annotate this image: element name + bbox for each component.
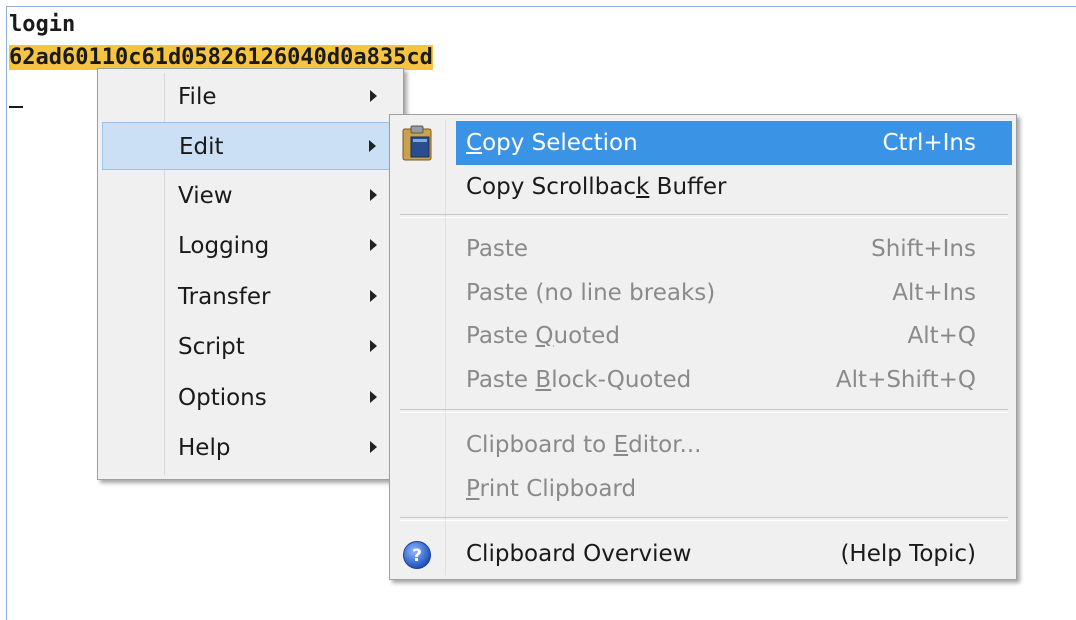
- menu-item-file[interactable]: File: [102, 73, 399, 121]
- shortcut-label: Alt+Ins: [892, 280, 976, 306]
- menu-item-label: Paste Quoted: [466, 323, 620, 349]
- terminal-cursor: [9, 106, 23, 108]
- menu-item-script[interactable]: Script: [102, 323, 399, 371]
- terminal-window: login 62ad60110c61d05826126040d0a835cd F…: [0, 0, 1076, 620]
- submenu-arrow-icon: [370, 290, 377, 302]
- menu-separator: [400, 214, 1008, 218]
- context-menu: File Edit View Logging Transfer Script O…: [97, 68, 404, 480]
- menu-item-clipboard-overview[interactable]: Clipboard Overview (Help Topic): [456, 532, 1012, 576]
- menu-item-label: Edit: [179, 134, 224, 160]
- menu-item-print-clipboard[interactable]: Print Clipboard: [456, 467, 1012, 511]
- menu-item-logging[interactable]: Logging: [102, 222, 399, 270]
- menu-item-label: Paste (no line breaks): [466, 280, 716, 306]
- submenu-arrow-icon: [370, 441, 377, 453]
- submenu-arrow-icon: [370, 340, 377, 352]
- selected-text[interactable]: 62ad60110c61d05826126040d0a835cd: [9, 45, 433, 70]
- shortcut-label: Alt+Q: [907, 323, 976, 349]
- terminal-border: [6, 6, 1076, 7]
- shortcut-label: (Help Topic): [840, 541, 976, 567]
- menu-item-clipboard-to-editor[interactable]: Clipboard to Editor...: [456, 423, 1012, 467]
- menu-separator: [400, 517, 1008, 521]
- menu-item-options[interactable]: Options: [102, 374, 399, 422]
- terminal-border: [6, 6, 7, 620]
- submenu-arrow-icon: [370, 391, 377, 403]
- svg-text:?: ?: [412, 546, 422, 566]
- menu-item-paste-no-line-breaks[interactable]: Paste (no line breaks) Alt+Ins: [456, 271, 1012, 315]
- menu-item-label: Logging: [178, 233, 270, 259]
- shortcut-label: Alt+Shift+Q: [835, 367, 976, 393]
- menu-item-transfer[interactable]: Transfer: [102, 273, 399, 321]
- submenu-arrow-icon: [370, 189, 377, 201]
- clipboard-icon: [402, 125, 432, 161]
- menu-item-paste-block-quoted[interactable]: Paste Block-Quoted Alt+Shift+Q: [456, 358, 1012, 402]
- menu-item-label: Script: [178, 334, 245, 360]
- submenu-arrow-icon: [370, 239, 377, 251]
- menu-item-copy-scrollback-buffer[interactable]: Copy Scrollback Buffer: [456, 165, 1012, 209]
- menu-separator: [400, 409, 1008, 413]
- menu-gutter-divider: [445, 119, 446, 575]
- menu-item-label: Paste Block-Quoted: [466, 367, 692, 393]
- menu-item-label: Print Clipboard: [466, 476, 637, 502]
- menu-item-copy-selection[interactable]: Copy Selection Ctrl+Ins: [456, 121, 1012, 165]
- submenu-arrow-icon: [370, 90, 377, 102]
- edit-submenu: Copy Selection Ctrl+Ins Copy Scrollback …: [389, 114, 1017, 580]
- menu-item-help[interactable]: Help: [102, 424, 399, 472]
- menu-item-view[interactable]: View: [102, 172, 399, 220]
- menu-item-paste-quoted[interactable]: Paste Quoted Alt+Q: [456, 314, 1012, 358]
- menu-item-label: Copy Scrollback Buffer: [466, 174, 727, 200]
- menu-item-label: Options: [178, 385, 267, 411]
- menu-item-paste[interactable]: Paste Shift+Ins: [456, 227, 1012, 271]
- menu-item-label: Clipboard to Editor...: [466, 432, 702, 458]
- help-icon: ?: [403, 541, 431, 569]
- menu-item-label: Transfer: [178, 284, 271, 310]
- shortcut-label: Ctrl+Ins: [882, 130, 976, 156]
- terminal-line-login: login: [9, 12, 76, 37]
- submenu-arrow-icon: [369, 140, 376, 152]
- menu-item-label: Copy Selection: [466, 130, 638, 156]
- menu-item-label: Clipboard Overview: [466, 541, 692, 567]
- menu-item-edit[interactable]: Edit: [102, 122, 399, 170]
- menu-item-label: File: [178, 84, 217, 110]
- menu-item-label: Paste: [466, 236, 529, 262]
- shortcut-label: Shift+Ins: [871, 236, 976, 262]
- menu-item-label: View: [178, 183, 233, 209]
- menu-item-label: Help: [178, 435, 231, 461]
